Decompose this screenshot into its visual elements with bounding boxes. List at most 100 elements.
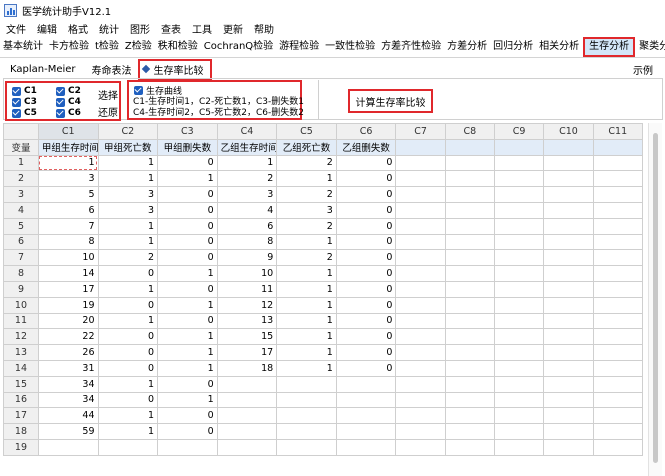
data-cell[interactable]: 0 <box>335 170 397 188</box>
data-cell[interactable] <box>592 407 644 425</box>
data-cell[interactable] <box>444 170 495 188</box>
data-cell[interactable]: 13 <box>216 312 278 330</box>
data-cell[interactable]: 34 <box>37 375 99 393</box>
restore-button[interactable]: 还原 <box>98 104 118 119</box>
data-cell[interactable] <box>592 312 644 330</box>
column-header[interactable]: C8 <box>444 123 495 140</box>
data-cell[interactable] <box>493 280 545 298</box>
menu-item[interactable]: 更新 <box>223 21 243 36</box>
row-number[interactable]: 6 <box>3 233 39 251</box>
data-cell[interactable]: 1 <box>276 233 337 251</box>
module-tab[interactable]: 回归分析 <box>490 37 536 57</box>
data-cell[interactable] <box>216 423 278 440</box>
data-cell[interactable] <box>592 344 644 361</box>
variable-name-cell[interactable] <box>444 138 495 156</box>
data-cell[interactable] <box>543 201 594 219</box>
data-cell[interactable]: 0 <box>157 423 218 440</box>
data-cell[interactable] <box>276 407 337 425</box>
data-cell[interactable]: 0 <box>157 154 218 172</box>
data-cell[interactable] <box>493 296 545 314</box>
data-cell[interactable]: 1 <box>157 391 218 409</box>
data-cell[interactable] <box>97 438 159 456</box>
module-tab[interactable]: 基本统计 <box>0 37 46 57</box>
data-cell[interactable]: 2 <box>97 249 159 267</box>
data-cell[interactable]: 1 <box>97 312 159 330</box>
data-cell[interactable]: 1 <box>97 375 159 393</box>
data-cell[interactable] <box>493 249 545 267</box>
grid-corner[interactable] <box>3 123 39 140</box>
data-cell[interactable] <box>493 170 545 188</box>
data-cell[interactable]: 0 <box>97 296 159 314</box>
data-cell[interactable] <box>444 359 495 377</box>
checkbox-c5[interactable]: C5 <box>12 108 37 118</box>
data-cell[interactable]: 1 <box>276 344 337 361</box>
data-cell[interactable] <box>592 249 644 267</box>
checkbox-c2[interactable]: C2 <box>56 86 81 96</box>
data-cell[interactable] <box>335 438 397 456</box>
data-cell[interactable] <box>444 265 495 282</box>
data-cell[interactable]: 0 <box>335 265 397 282</box>
column-header[interactable]: C2 <box>97 123 159 140</box>
data-cell[interactable] <box>37 438 99 456</box>
data-cell[interactable] <box>395 217 446 235</box>
module-tab[interactable]: 聚类分析 <box>636 37 665 57</box>
data-cell[interactable] <box>543 391 594 409</box>
data-cell[interactable]: 0 <box>335 217 397 235</box>
data-cell[interactable]: 0 <box>335 201 397 219</box>
row-number[interactable]: 7 <box>3 249 39 267</box>
data-cell[interactable]: 1 <box>276 170 337 188</box>
data-cell[interactable] <box>444 423 495 440</box>
data-cell[interactable]: 1 <box>276 328 337 346</box>
column-header[interactable]: C5 <box>276 123 337 140</box>
data-cell[interactable]: 3 <box>97 186 159 203</box>
data-cell[interactable]: 1 <box>157 344 218 361</box>
data-cell[interactable]: 2 <box>276 154 337 172</box>
row-number[interactable]: 12 <box>3 328 39 346</box>
variable-name-cell[interactable]: 乙组删失数 <box>335 138 397 156</box>
data-cell[interactable]: 0 <box>157 217 218 235</box>
module-tab[interactable]: Z检验 <box>122 37 155 57</box>
data-cell[interactable] <box>592 438 644 456</box>
data-cell[interactable]: 0 <box>157 233 218 251</box>
data-cell[interactable]: 0 <box>97 391 159 409</box>
module-tab[interactable]: t检验 <box>92 37 122 57</box>
data-cell[interactable]: 1 <box>97 407 159 425</box>
menu-item[interactable]: 图形 <box>130 21 150 36</box>
data-cell[interactable]: 1 <box>97 170 159 188</box>
variable-name-cell[interactable] <box>592 138 644 156</box>
data-cell[interactable] <box>395 249 446 267</box>
data-cell[interactable] <box>543 233 594 251</box>
data-cell[interactable] <box>444 233 495 251</box>
menu-item[interactable]: 统计 <box>99 21 119 36</box>
data-cell[interactable]: 0 <box>97 344 159 361</box>
row-number[interactable]: 8 <box>3 265 39 282</box>
select-button[interactable]: 选择 <box>98 87 118 102</box>
data-cell[interactable] <box>543 154 594 172</box>
data-cell[interactable]: 1 <box>37 154 99 172</box>
data-cell[interactable]: 0 <box>157 186 218 203</box>
variable-name-cell[interactable] <box>395 138 446 156</box>
data-cell[interactable]: 9 <box>216 249 278 267</box>
menu-item[interactable]: 工具 <box>192 21 212 36</box>
data-cell[interactable] <box>335 423 397 440</box>
data-cell[interactable] <box>395 233 446 251</box>
menu-item[interactable]: 格式 <box>68 21 88 36</box>
data-cell[interactable] <box>157 438 218 456</box>
data-cell[interactable]: 59 <box>37 423 99 440</box>
data-cell[interactable] <box>493 328 545 346</box>
data-cell[interactable] <box>543 249 594 267</box>
data-cell[interactable]: 34 <box>37 391 99 409</box>
data-cell[interactable]: 4 <box>216 201 278 219</box>
row-number[interactable]: 15 <box>3 375 39 393</box>
data-cell[interactable] <box>395 312 446 330</box>
column-header[interactable]: C7 <box>395 123 446 140</box>
module-tab[interactable]: 生存分析 <box>583 36 636 57</box>
data-cell[interactable] <box>335 391 397 409</box>
row-number[interactable]: 2 <box>3 170 39 188</box>
module-tab[interactable]: 一致性检验 <box>322 37 378 57</box>
column-header[interactable]: C6 <box>335 123 397 140</box>
data-cell[interactable] <box>444 186 495 203</box>
vertical-scrollbar[interactable] <box>648 123 662 476</box>
data-cell[interactable] <box>395 375 446 393</box>
module-tab[interactable]: 方差齐性检验 <box>378 37 444 57</box>
